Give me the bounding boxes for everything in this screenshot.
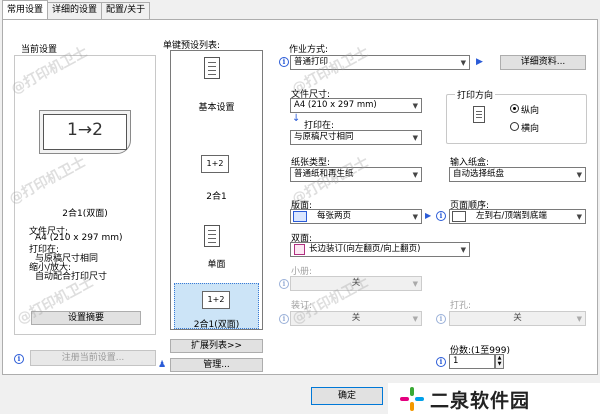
user-icon: ♟ <box>158 360 167 370</box>
duplex-value: 长边装订(向左翻页/向上翻页) <box>309 244 421 254</box>
print-on-value: 与原稿尺寸相同 <box>294 132 354 142</box>
paper-source-value: 自动选择纸盘 <box>453 169 505 179</box>
arrow-down-icon: ↓ <box>292 113 301 124</box>
document-icon <box>204 57 220 79</box>
info-icon: i <box>436 357 446 367</box>
info-icon: i <box>279 57 289 67</box>
chevron-down-icon: ▼ <box>460 59 466 67</box>
chevron-down-icon: ▼ <box>412 213 418 221</box>
tab-bar: 常用设置 详细的设置 配置/关于 <box>2 0 151 20</box>
two-in-one-icon: 1+2 <box>202 291 230 309</box>
manage-button[interactable]: 管理... <box>170 358 263 372</box>
chevron-down-icon: ▼ <box>412 171 418 179</box>
orientation-group <box>446 94 587 144</box>
page-layout-select[interactable]: 每张两页 ▼ <box>290 209 422 224</box>
staple-value: 关 <box>351 313 361 323</box>
portrait-label: 纵向 <box>521 106 540 116</box>
job-select-value: 普通打印 <box>294 57 329 67</box>
staple-label: 装订: <box>291 301 313 311</box>
info-icon: i <box>436 314 446 324</box>
job-details-button[interactable]: 详细资料... <box>500 55 586 70</box>
copies-stepper[interactable]: ▲ ▼ <box>495 354 504 369</box>
booklet-preview-text: 1→2 <box>67 120 103 140</box>
page-order-value: 左到右/顶端到底端 <box>476 211 547 221</box>
portrait-page-icon <box>473 106 485 123</box>
preset-two-in-one-label: 2合1 <box>206 192 227 202</box>
chevron-down-icon: ▼ <box>576 213 582 221</box>
chevron-down-icon: ▼ <box>412 134 418 142</box>
settings-summary-button[interactable]: 设置摘要 <box>31 311 141 325</box>
job-select[interactable]: 普通打印 ▼ <box>290 55 470 70</box>
copies-input[interactable]: 1 <box>449 354 495 369</box>
presets-list[interactable]: 基本设置 1+2 2合1 单面 1+2 2合1(双面) <box>170 50 263 330</box>
preset-basic-label: 基本设置 <box>198 103 235 113</box>
two-in-one-glyph: 1+2 <box>206 159 224 168</box>
page-layout-value: 每张两页 <box>317 211 352 221</box>
chevron-down-icon: ▼ <box>460 246 466 254</box>
punch-label: 打孔: <box>450 301 472 311</box>
paper-type-value: 普通纸和再生纸 <box>294 169 354 179</box>
play-arrow-icon: ▶ <box>425 211 432 220</box>
print-on-select[interactable]: 与原稿尺寸相同 ▼ <box>290 130 422 145</box>
current-settings-box: 1→2 2合1(双面) 文件尺寸: A4 (210 x 297 mm) 打印在:… <box>14 55 156 335</box>
play-arrow-icon: ▶ <box>476 57 483 67</box>
detail-scale-value: 自动配合打印尺寸 <box>35 272 108 282</box>
tab-config-about[interactable]: 配置/关于 <box>101 2 151 19</box>
chevron-down-icon: ▼ <box>412 280 418 288</box>
staple-select[interactable]: 关 ▼ <box>290 311 422 326</box>
preset-two-in-one-duplex[interactable]: 1+2 2合1(双面) <box>174 283 259 330</box>
chevron-down-icon: ▼ <box>412 102 418 110</box>
chevron-down-icon: ▼ <box>412 315 418 323</box>
copies-value: 1 <box>453 356 459 366</box>
orientation-title: 打印方向 <box>455 88 496 101</box>
job-label: 作业方式: <box>289 45 329 55</box>
logo-star-icon <box>400 387 424 411</box>
info-icon: i <box>14 354 24 364</box>
tab-common-settings[interactable]: 常用设置 <box>2 0 49 19</box>
two-pages-icon <box>293 211 307 222</box>
preset-basic[interactable]: 基本设置 <box>171 51 262 119</box>
preset-two-in-one[interactable]: 1+2 2合1 <box>171 133 262 202</box>
duplex-select[interactable]: 长边装订(向左翻页/向上翻页) ▼ <box>290 242 470 257</box>
paper-size-value: A4 (210 x 297 mm) <box>294 100 377 110</box>
booklet-preview-icon: 1→2 <box>39 110 131 160</box>
booklet-value: 关 <box>351 278 361 288</box>
paper-size-select[interactable]: A4 (210 x 297 mm) ▼ <box>290 98 422 113</box>
info-icon: i <box>436 211 446 221</box>
duplex-binding-icon <box>294 244 305 255</box>
portrait-radio[interactable] <box>510 104 519 113</box>
ok-button[interactable]: 确定 <box>311 387 383 405</box>
info-icon: i <box>279 279 289 289</box>
chevron-down-icon: ▼ <box>576 315 582 323</box>
info-icon: i <box>279 314 289 324</box>
page-order-icon <box>452 211 466 222</box>
two-in-one-duplex-glyph: 1+2 <box>207 295 225 304</box>
landscape-radio[interactable] <box>510 122 519 131</box>
punch-select[interactable]: 关 ▼ <box>449 311 586 326</box>
preset-single-sided-label: 单面 <box>207 260 226 270</box>
site-logo-text: 二泉软件园 <box>430 390 531 412</box>
preset-single-sided[interactable]: 单面 <box>171 211 262 279</box>
stepper-down-icon: ▼ <box>497 361 502 367</box>
settings-panel: 当前设置 1→2 2合1(双面) 文件尺寸: A4 (210 x 297 mm)… <box>2 19 598 375</box>
punch-value: 关 <box>513 313 522 323</box>
site-logo-banner: 二泉软件园 <box>388 383 600 414</box>
landscape-label: 横向 <box>521 124 540 134</box>
document-icon <box>204 225 220 247</box>
paper-source-select[interactable]: 自动选择纸盘 ▼ <box>449 167 586 182</box>
tab-detailed-settings[interactable]: 详细的设置 <box>47 2 103 19</box>
current-settings-caption: 2合1(双面) <box>62 209 108 219</box>
current-settings-title: 当前设置 <box>21 45 58 55</box>
paper-type-select[interactable]: 普通纸和再生纸 ▼ <box>290 167 422 182</box>
preset-two-in-one-duplex-label: 2合1(双面) <box>193 320 240 330</box>
page-order-select[interactable]: 左到右/顶端到底端 ▼ <box>449 209 586 224</box>
expand-list-button[interactable]: 扩展列表>> <box>170 339 263 353</box>
chevron-down-icon: ▼ <box>576 171 582 179</box>
register-current-settings-button[interactable]: 注册当前设置... <box>30 350 156 366</box>
booklet-select[interactable]: 关 ▼ <box>290 276 422 291</box>
two-in-one-icon: 1+2 <box>201 155 229 173</box>
